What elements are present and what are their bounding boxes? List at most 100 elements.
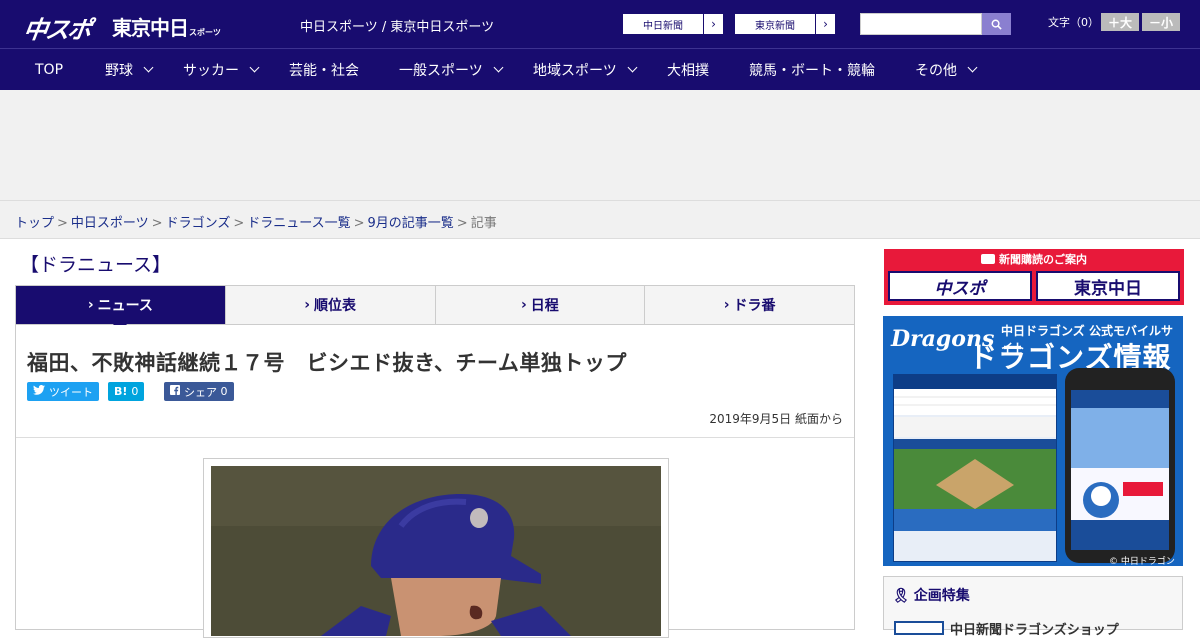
breadcrumb-separator: > <box>233 216 245 231</box>
subscribe-chuspo-logo[interactable]: 中スポ <box>888 271 1032 301</box>
font-size-label: 文字（0） <box>1048 16 1099 29</box>
nav-item-other[interactable]: その他 <box>915 49 978 90</box>
chevron-down-icon <box>249 62 260 73</box>
feature-title: 🎗 企画特集 <box>892 585 970 605</box>
chevron-down-icon <box>493 62 504 73</box>
article-photo-frame <box>203 458 669 638</box>
nav-label: 一般スポーツ <box>399 62 483 79</box>
tab-schedule[interactable]: › 日程 <box>436 286 646 324</box>
hatena-bookmark-button[interactable]: B! 0 <box>108 382 145 401</box>
search-input[interactable] <box>860 13 982 35</box>
nav-label: サッカー <box>183 62 239 79</box>
chevron-down-icon <box>967 62 978 73</box>
site-names: 中日スポーツ / 東京中日スポーツ <box>300 20 495 35</box>
nav-item-local-sports[interactable]: 地域スポーツ <box>533 49 638 90</box>
nav-item-baseball[interactable]: 野球 <box>105 49 154 90</box>
ad-area <box>0 90 1200 200</box>
scoreboard-screenshot <box>893 374 1057 562</box>
scoreboard-illustration <box>894 375 1056 561</box>
feature-item-link[interactable]: 中日新聞ドラゴンズショップ <box>950 619 1119 638</box>
ribbon-icon: 🎗 <box>892 588 910 604</box>
search-button[interactable] <box>982 13 1011 35</box>
tweet-label: ツイート <box>49 385 93 399</box>
chunichi-shimbun-link[interactable]: 中日新聞 › <box>622 13 724 35</box>
feature-box: 🎗 企画特集 中日新聞ドラゴンズショップ <box>883 576 1183 638</box>
nav-label: 芸能・社会 <box>289 62 359 79</box>
chevron-right-icon: › <box>520 297 527 313</box>
breadcrumb-separator: > <box>353 216 365 231</box>
nav-label: 地域スポーツ <box>533 62 617 79</box>
chevron-down-icon <box>627 62 638 73</box>
tokyo-logo-suffix: スポーツ <box>189 28 221 37</box>
section-heading: 【ドラニュース】 <box>20 254 172 276</box>
breadcrumb-link[interactable]: ドラゴンズ <box>166 216 231 231</box>
tab-news[interactable]: › ニュース <box>16 286 226 332</box>
feature-thumbnail[interactable] <box>894 621 944 635</box>
tweet-button[interactable]: ツイート <box>27 382 99 401</box>
subscription-title: 新聞購読のご案内 <box>884 251 1184 267</box>
nav-item-sumo[interactable]: 大相撲 <box>667 49 709 90</box>
phone-illustration <box>1065 368 1175 563</box>
tokyo-logo-text: 東京中日 <box>112 16 189 40</box>
tokyo-shimbun-link[interactable]: 東京新聞 › <box>734 13 836 35</box>
breadcrumb-bar: トップ > 中日スポーツ > ドラゴンズ > ドラニュース一覧 >9月の記事一覧 > 記事 <box>0 200 1200 239</box>
phone-screen-art <box>1071 390 1169 550</box>
tab-label: 日程 <box>530 298 559 314</box>
subscribe-tokyo-logo[interactable]: 東京中日 <box>1036 271 1180 301</box>
breadcrumb-link[interactable]: 中日スポーツ <box>71 216 149 231</box>
nav-label: 大相撲 <box>667 62 709 79</box>
twitter-icon <box>33 385 45 398</box>
article-photo[interactable] <box>211 466 661 636</box>
article: 福田、不敗神話継続１７号 ビシエド抜き、チーム単独トップ ツイート B! 0 シ… <box>15 325 855 638</box>
breadcrumb-separator: > <box>456 216 468 231</box>
nav-item-general-sports[interactable]: 一般スポーツ <box>399 49 504 90</box>
breadcrumb-link[interactable]: ドラニュース一覧 <box>247 216 350 231</box>
ext-link-label: 中日新聞 <box>643 20 683 32</box>
nav-label: 競馬・ボート・競輪 <box>749 62 875 79</box>
phone-screen <box>1071 390 1169 550</box>
chevron-right-icon: › <box>815 14 835 34</box>
chuspo-logo[interactable]: 中スポ <box>22 10 93 45</box>
nav-label: 野球 <box>105 62 133 79</box>
divider <box>16 437 854 438</box>
tab-label: 順位表 <box>314 298 357 314</box>
facebook-icon <box>170 385 180 398</box>
breadcrumb-link[interactable]: トップ <box>15 216 54 231</box>
chevron-down-icon <box>143 62 154 73</box>
chevron-right-icon: › <box>723 297 730 313</box>
nav-item-racing[interactable]: 競馬・ボート・競輪 <box>749 49 875 90</box>
article-headline: 福田、不敗神話継続１７号 ビシエド抜き、チーム単独トップ <box>27 351 627 375</box>
tab-standings[interactable]: › 順位表 <box>226 286 436 324</box>
tab-label: ドラ番 <box>733 298 776 314</box>
dragons-mobile-banner[interactable]: Dragons 中日ドラゴンズ 公式モバイルサイト ドラゴンズ情報 © 中日ドラ… <box>883 316 1183 566</box>
subscription-title-text: 新聞購読のご案内 <box>999 253 1087 266</box>
facebook-share-button[interactable]: シェア 0 <box>164 382 234 401</box>
tab-dora-ban[interactable]: › ドラ番 <box>645 286 854 324</box>
feature-title-text: 企画特集 <box>913 588 970 604</box>
search-icon <box>991 19 1002 30</box>
nav-item-entertainment[interactable]: 芸能・社会 <box>289 49 359 90</box>
ext-link-label: 東京新聞 <box>755 20 795 32</box>
nav-label: その他 <box>915 62 957 79</box>
breadcrumb-separator: > <box>57 216 68 231</box>
font-bigger-button[interactable]: ＋大 <box>1101 13 1139 31</box>
nav-item-top[interactable]: TOP <box>35 49 63 90</box>
font-smaller-button[interactable]: －小 <box>1142 13 1180 31</box>
breadcrumb-current: 記事 <box>470 216 497 231</box>
breadcrumb-separator: > <box>151 216 163 231</box>
nav-item-soccer[interactable]: サッカー <box>183 49 260 90</box>
chevron-right-icon: › <box>703 14 723 34</box>
tab-label: ニュース <box>97 298 153 314</box>
newspaper-icon <box>981 254 995 264</box>
facebook-count: 0 <box>220 385 228 398</box>
facebook-share-label: シェア <box>184 385 217 399</box>
top-header: 中スポ 東京中日スポーツ 中日スポーツ / 東京中日スポーツ 中日新聞 › 東京… <box>0 0 1200 48</box>
breadcrumb: トップ > 中日スポーツ > ドラゴンズ > ドラニュース一覧 >9月の記事一覧 > 記事 <box>15 212 497 231</box>
section-tabs: › ニュース › 順位表 › 日程 › ドラ番 <box>15 285 855 332</box>
chevron-right-icon: › <box>304 297 311 313</box>
tokyo-chunichi-logo[interactable]: 東京中日スポーツ <box>112 12 221 41</box>
subscription-banner[interactable]: 新聞購読のご案内 中スポ 東京中日 <box>884 249 1184 305</box>
hatena-count: 0 <box>131 385 139 398</box>
dragons-copyright: © 中日ドラゴンズ <box>1109 557 1175 566</box>
breadcrumb-link[interactable]: 9月の記事一覧 <box>368 216 454 231</box>
